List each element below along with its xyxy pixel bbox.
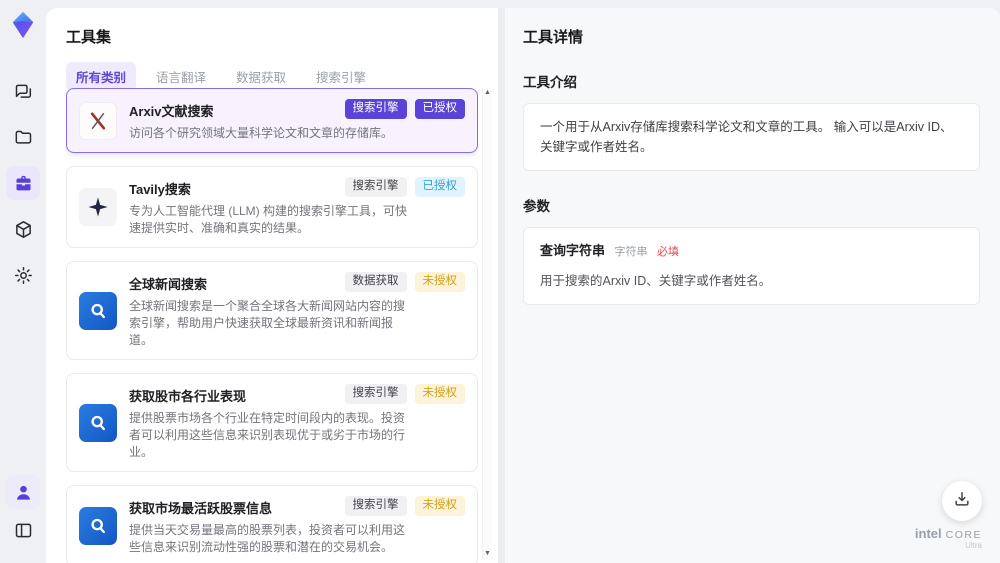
tool-card[interactable]: Tavily搜索 搜索引擎 已授权 专为人工智能代理 (LLM) 构建的搜索引擎工具，… [66, 166, 478, 248]
brand-name: intel [914, 525, 942, 541]
search-q-icon [79, 291, 117, 330]
tool-tag: 搜索引擎 [344, 99, 407, 119]
scrollbar[interactable]: ▲ ▼ [482, 88, 492, 559]
content-area: 工具集 所有类别 语言翻译 数据获取 搜索引擎 Arxiv文献搜索 搜索引擎 已授权 访问各… [46, 8, 1000, 563]
toolbox-icon [13, 173, 34, 194]
sidebar-item-user[interactable] [6, 475, 40, 509]
tool-tags: 数据获取 未授权 [344, 272, 465, 292]
scroll-up-arrow[interactable]: ▲ [483, 88, 492, 98]
intro-box: 一个用于从Arxiv存储库搜索科学论文和文章的工具。 输入可以是Arxiv ID… [523, 103, 980, 171]
tool-description: 全球新闻搜索是一个聚合全球各大新闻网站内容的搜索引擎，帮助用户快速获取全球最新资… [129, 299, 406, 347]
params-heading: 参数 [523, 199, 550, 214]
tool-tags: 搜索引擎 未授权 [344, 496, 465, 516]
tool-tag: 搜索引擎 [344, 177, 407, 197]
search-q-icon [79, 507, 117, 545]
panel-toggle-icon [13, 520, 34, 541]
tool-tag: 搜索引擎 [344, 496, 407, 516]
tool-name: 全球新闻搜索 [129, 277, 208, 292]
sidebar-item-panel-toggle[interactable] [6, 513, 40, 547]
tool-tag: 已授权 [414, 99, 465, 119]
param-type: 字符串 [614, 246, 648, 258]
tool-name: Arxiv文献搜索 [129, 104, 214, 119]
tool-tag: 数据获取 [344, 272, 407, 292]
param-header: 查询字符串 字符串 必填 [540, 241, 963, 262]
sidebar-item-cube[interactable] [6, 212, 40, 246]
sparkle-icon [79, 188, 117, 226]
category-tabs: 所有类别 语言翻译 数据获取 搜索引擎 [66, 62, 498, 91]
tool-tags: 搜索引擎 已授权 [344, 99, 465, 119]
tool-description: 专为人工智能代理 (LLM) 构建的搜索引擎工具，可快速提供实时、准确和真实的结… [129, 204, 408, 235]
sidebar [0, 0, 46, 563]
tool-card[interactable]: 全球新闻搜索 数据获取 未授权 全球新闻搜索是一个聚合全球各大新闻网站内容的搜索引擎，… [66, 261, 478, 360]
tool-tags: 搜索引擎 已授权 [344, 177, 465, 197]
detail-title: 工具详情 [523, 29, 584, 46]
param-box: 查询字符串 字符串 必填 用于搜索的Arxiv ID、关键字或作者姓名。 [523, 227, 980, 305]
app-logo-icon [8, 10, 38, 40]
tools-pane: 工具集 所有类别 语言翻译 数据获取 搜索引擎 Arxiv文献搜索 搜索引擎 已授权 访问各… [46, 8, 498, 563]
param-required-badge: 必填 [656, 246, 679, 258]
tool-name: Tavily搜索 [129, 182, 191, 197]
detail-pane: 工具详情 工具介绍 一个用于从Arxiv存储库搜索科学论文和文章的工具。 输入可… [505, 8, 1000, 563]
cube-icon [13, 219, 34, 240]
tool-list: Arxiv文献搜索 搜索引擎 已授权 访问各个研究领域大量科学论文和文章的存储库。 Ta… [66, 88, 478, 563]
sidebar-item-chat[interactable] [6, 74, 40, 108]
brand-series: CORE [945, 528, 982, 541]
tab-item[interactable]: 语言翻译 [146, 62, 216, 91]
brand-tier: Ultra [965, 541, 982, 551]
tool-tag: 已授权 [414, 177, 465, 197]
pane-divider [498, 8, 505, 563]
sidebar-nav [6, 74, 40, 304]
page-title: 工具集 [66, 29, 112, 46]
scroll-down-arrow[interactable]: ▼ [483, 549, 492, 559]
intel-core-logo: intel CORE Ultra [914, 525, 982, 551]
tool-card[interactable]: 获取市场最活跃股票信息 搜索引擎 未授权 提供当天交易量最高的股票列表，投资者可以利用… [66, 485, 478, 563]
tool-name: 获取市场最活跃股票信息 [129, 501, 273, 516]
gear-icon [13, 265, 34, 286]
tool-tags: 搜索引擎 未授权 [344, 384, 465, 404]
tool-name: 获取股市各行业表现 [129, 389, 247, 404]
param-description: 用于搜索的Arxiv ID、关键字或作者姓名。 [540, 273, 772, 288]
tool-card[interactable]: Arxiv文献搜索 搜索引擎 已授权访问各个研究领域大量科学论文和文章的存储库。 [66, 88, 478, 153]
sidebar-item-gear[interactable] [6, 258, 40, 292]
sidebar-bottom-nav [6, 475, 40, 551]
param-name: 查询字符串 [540, 243, 606, 258]
tab-item[interactable]: 所有类别 [66, 62, 137, 91]
sidebar-item-folder[interactable] [6, 120, 40, 154]
tool-tag: 搜索引擎 [344, 384, 407, 404]
folder-icon [13, 127, 34, 148]
intro-text: 一个用于从Arxiv存储库搜索科学论文和文章的工具。 输入可以是Arxiv ID… [540, 120, 953, 154]
intro-heading: 工具介绍 [523, 75, 577, 90]
download-icon [952, 489, 972, 514]
tool-card[interactable]: 获取股市各行业表现 搜索引擎 未授权 提供股票市场各个行业在特定时间段内的表现。投资者… [66, 373, 478, 472]
user-icon [13, 482, 34, 503]
tool-tag: 未授权 [414, 384, 465, 404]
tab-item[interactable]: 数据获取 [226, 62, 296, 91]
tool-description: 提供股票市场各个行业在特定时间段内的表现。投资者可以利用这些信息来识别表现优于或… [129, 411, 406, 459]
chat-icon [13, 81, 34, 102]
tool-tag: 未授权 [414, 496, 465, 516]
download-button[interactable] [942, 481, 982, 521]
sidebar-item-toolbox[interactable] [6, 166, 40, 200]
tool-description: 提供当天交易量最高的股票列表，投资者可以利用这些信息来识别流动性强的股票和潜在的… [129, 523, 406, 554]
arxiv-logo-icon [79, 101, 117, 140]
tool-tag: 未授权 [414, 272, 465, 292]
search-q-icon [79, 403, 117, 442]
tool-description: 访问各个研究领域大量科学论文和文章的存储库。 [129, 126, 394, 140]
tab-item[interactable]: 搜索引擎 [306, 62, 376, 91]
